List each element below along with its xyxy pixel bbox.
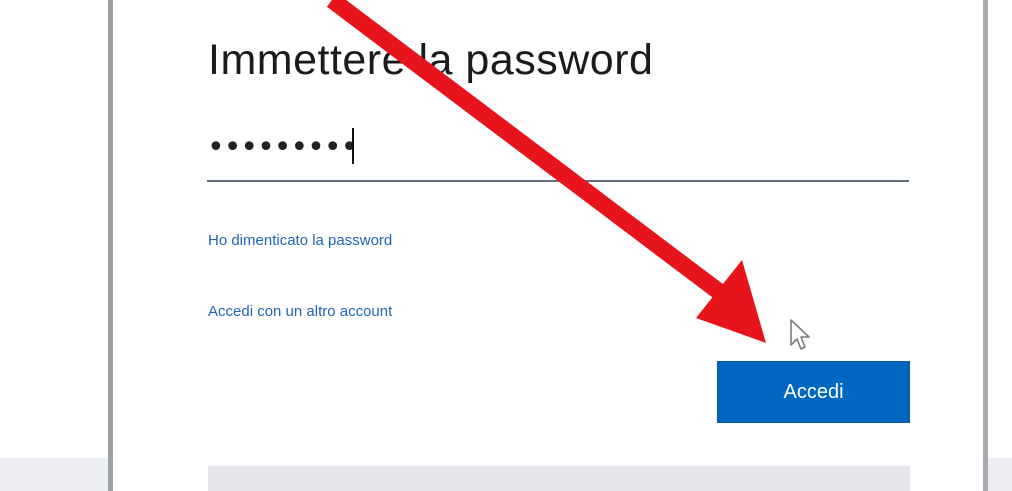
- signin-button[interactable]: Accedi: [717, 361, 910, 423]
- password-masked-value: •••••••••: [207, 130, 358, 165]
- password-input[interactable]: •••••••••: [207, 124, 909, 182]
- other-account-link[interactable]: Accedi con un altro account: [208, 303, 392, 320]
- mouse-pointer-icon: [790, 319, 810, 350]
- footer-bar: [208, 466, 910, 491]
- screenshot-stage: Immettere la password ••••••••• Ho dimen…: [0, 0, 1012, 491]
- text-caret: [352, 128, 354, 164]
- page-title: Immettere la password: [208, 36, 654, 84]
- signin-button-label: Accedi: [783, 380, 844, 403]
- forgot-password-link[interactable]: Ho dimenticato la password: [208, 232, 392, 249]
- signin-dialog: Immettere la password ••••••••• Ho dimen…: [108, 0, 988, 491]
